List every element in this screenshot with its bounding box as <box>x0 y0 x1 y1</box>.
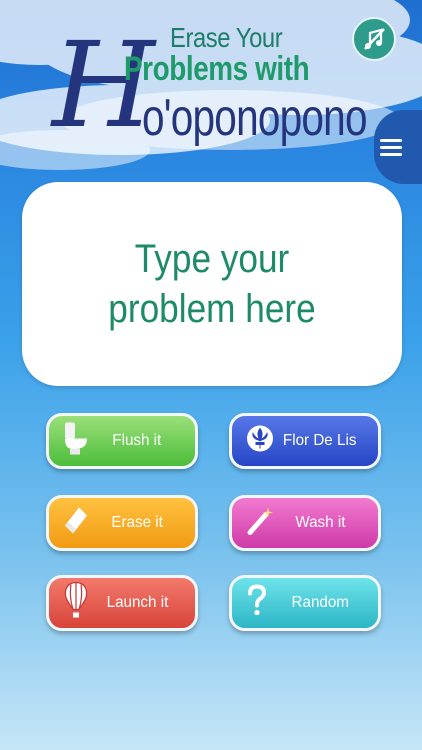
flor-de-lis-button[interactable]: Flor De Lis <box>229 413 381 469</box>
erase-it-button[interactable]: Erase it <box>46 495 198 551</box>
wash-it-label: Wash it <box>294 514 346 531</box>
hamburger-menu-icon <box>380 135 402 160</box>
magic-wand-icon <box>246 506 274 541</box>
flush-it-button[interactable]: Flush it <box>46 413 198 469</box>
wash-it-button[interactable]: Wash it <box>229 495 381 551</box>
eraser-icon <box>63 506 89 541</box>
title-logo-rest: o'oponopono <box>142 89 368 147</box>
toilet-icon <box>63 421 89 462</box>
music-toggle-button[interactable] <box>352 17 396 61</box>
erase-it-label: Erase it <box>111 514 163 531</box>
flush-it-label: Flush it <box>112 432 162 449</box>
launch-it-button[interactable]: Launch it <box>46 575 198 631</box>
fleur-de-lis-icon <box>246 425 274 458</box>
random-button[interactable]: Random <box>229 575 381 631</box>
hot-air-balloon-icon <box>63 581 89 625</box>
problem-input-placeholder: Type your problem here <box>108 237 316 331</box>
flor-de-lis-label: Flor De Lis <box>283 432 357 449</box>
problem-input[interactable]: Type your problem here <box>22 182 402 386</box>
question-mark-icon <box>246 584 268 622</box>
random-label: Random <box>291 594 349 611</box>
menu-button[interactable] <box>374 110 422 184</box>
launch-it-label: Launch it <box>106 594 168 611</box>
music-off-icon <box>364 28 385 50</box>
title-line-2: Problems with <box>124 50 310 88</box>
